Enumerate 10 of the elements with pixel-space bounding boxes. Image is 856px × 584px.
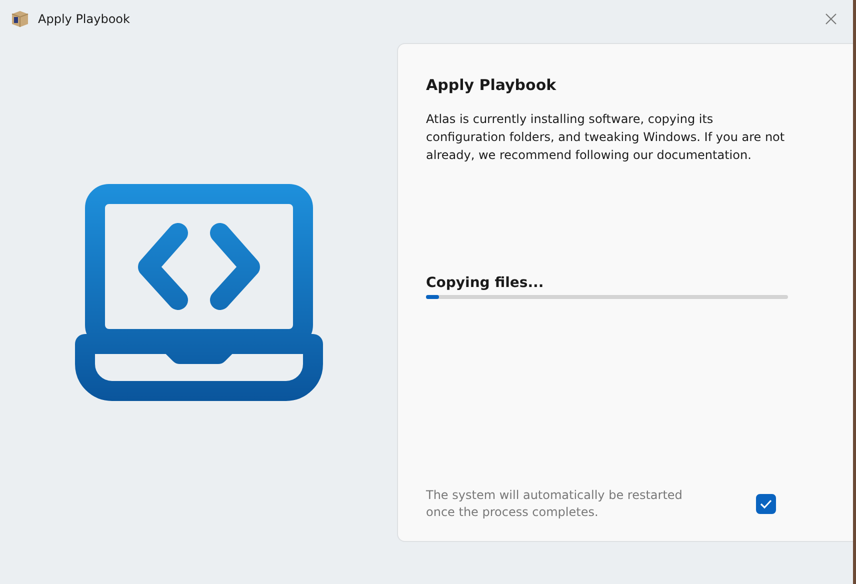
restart-note: The system will automatically be restarted once the process completes.	[426, 487, 684, 521]
box-icon	[10, 9, 30, 29]
status-text: Copying files...	[426, 275, 545, 291]
close-icon[interactable]	[825, 13, 837, 25]
check-icon	[760, 499, 772, 509]
laptop-code-icon	[75, 184, 323, 401]
window-title: Apply Playbook	[38, 12, 130, 26]
restart-checkbox[interactable]	[756, 494, 776, 514]
description-text: Atlas is currently installing software, copying its configuration folders, and tweaking Windows. If you are not already, we recommend following our documentation.	[426, 111, 786, 164]
panel-heading: Apply Playbook	[426, 76, 558, 94]
